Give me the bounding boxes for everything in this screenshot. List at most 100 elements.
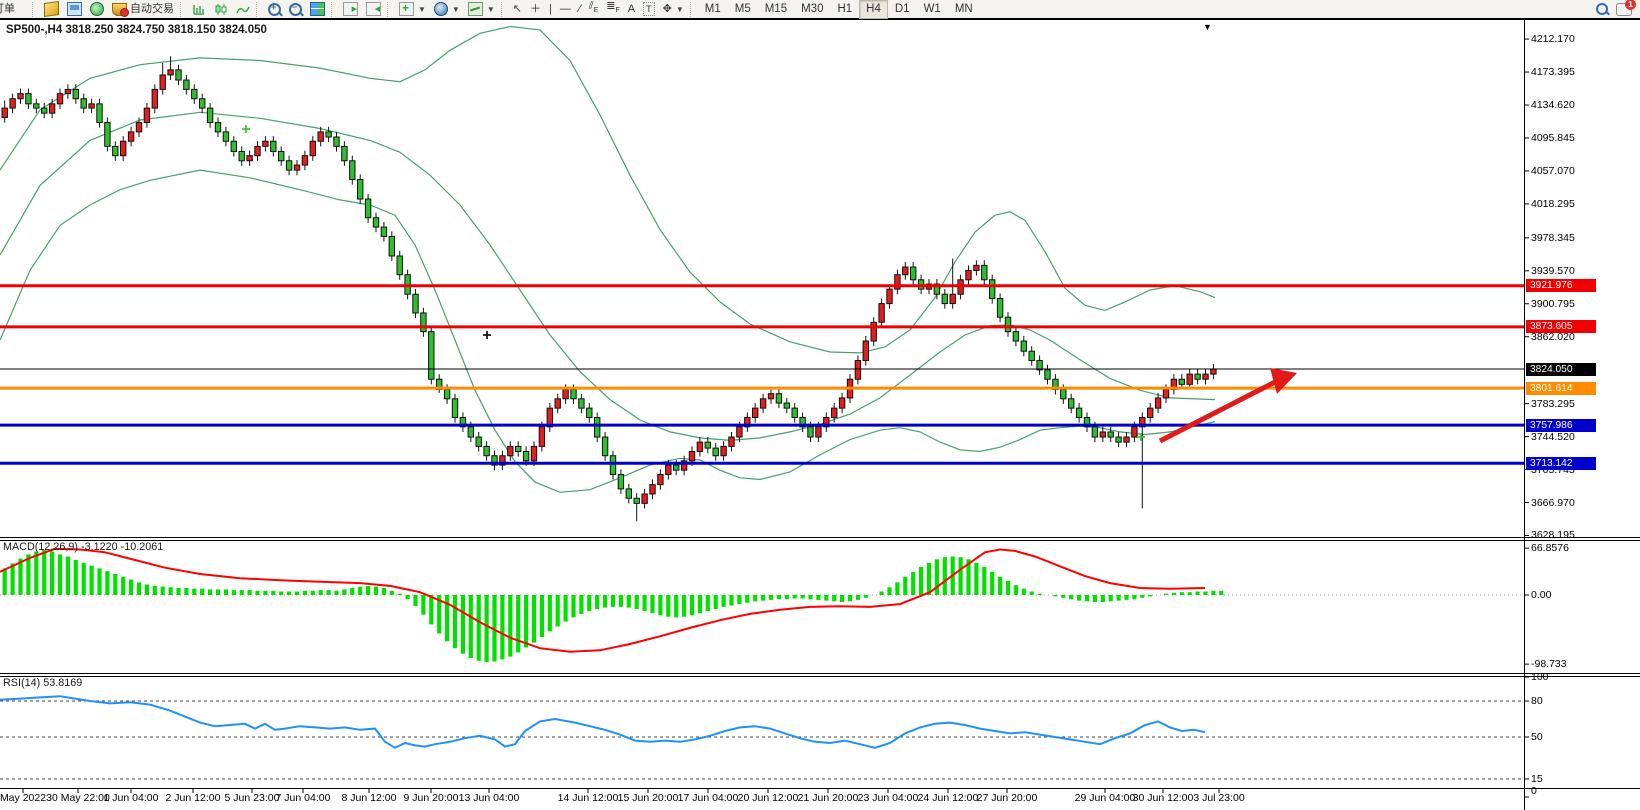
- rsi-tick-label: 50: [1531, 731, 1543, 743]
- candle-body: [571, 389, 576, 398]
- candle-body: [1195, 374, 1200, 379]
- candle-body: [784, 403, 789, 408]
- price-tick-label: 4095.845: [1531, 132, 1575, 144]
- candle-body: [555, 399, 560, 408]
- price-tick-label: 3939.570: [1531, 265, 1575, 277]
- macd-indicator-label: MACD(12,26,9) -3.1220 -10.2061: [3, 541, 163, 553]
- rsi-indicator-label: RSI(14) 53.8169: [3, 677, 82, 689]
- candle-body: [1092, 427, 1097, 437]
- time-tick-label: May 2022: [0, 792, 46, 804]
- candle-body: [231, 141, 236, 151]
- candle-body: [121, 141, 126, 155]
- candle-body: [595, 417, 600, 437]
- candle-body: [626, 489, 631, 498]
- candle-body: [176, 70, 181, 80]
- candle-body: [389, 236, 394, 256]
- candle-body: [255, 146, 260, 155]
- candle-body: [990, 280, 995, 299]
- candle-body: [1187, 374, 1192, 384]
- candle-body: [152, 89, 157, 108]
- candle-body: [65, 89, 70, 93]
- indicator-line: [0, 549, 1205, 652]
- candle-body: [49, 104, 54, 113]
- candle-body: [816, 427, 821, 437]
- candle-body: [18, 94, 23, 99]
- candle-body: [1069, 399, 1074, 408]
- candle-body: [674, 465, 679, 470]
- candle-body: [97, 104, 102, 123]
- candle-body: [618, 474, 623, 488]
- candle-body: [263, 141, 268, 146]
- candle-body: [1061, 389, 1066, 398]
- candle-body: [879, 304, 884, 323]
- candle-body: [286, 161, 291, 170]
- indicator-line: [0, 112, 1215, 440]
- candle-body: [721, 446, 726, 455]
- candle-body: [1163, 389, 1168, 398]
- candle-body: [792, 408, 797, 417]
- trend-arrow-head[interactable]: [1270, 368, 1297, 394]
- candle-body: [808, 427, 813, 437]
- candle-body: [1100, 432, 1105, 437]
- price-line-badge: 3873.605: [1526, 320, 1596, 333]
- trend-arrow-line[interactable]: [1160, 382, 1275, 441]
- price-tick-label: 4212.170: [1531, 33, 1575, 45]
- candle-body: [34, 104, 39, 108]
- candle-body: [365, 199, 370, 218]
- candle-body: [705, 442, 710, 448]
- candle-body: [326, 132, 331, 137]
- time-tick-label: 5 Jun 23:00: [225, 792, 280, 804]
- candle-body: [516, 446, 521, 451]
- candle-body: [105, 123, 110, 147]
- candle-body: [942, 294, 947, 303]
- candle-body: [966, 270, 971, 279]
- candle-body: [650, 485, 655, 494]
- candle-body: [1179, 379, 1184, 384]
- candle-body: [413, 294, 418, 313]
- candle-body: [713, 448, 718, 456]
- candle-body: [539, 427, 544, 447]
- chart-shift-marker[interactable]: ▼: [1203, 22, 1212, 32]
- candle-body: [1116, 437, 1121, 442]
- price-line-badge: 3921.976: [1526, 279, 1596, 292]
- candle-body: [247, 156, 252, 161]
- candle-body: [381, 227, 386, 236]
- candle-body: [1076, 408, 1081, 417]
- candle-body: [358, 179, 363, 199]
- indicator-line: [0, 696, 1205, 748]
- chart-canvas[interactable]: [0, 0, 1640, 810]
- time-tick-label: 23 Jun 04:00: [858, 792, 919, 804]
- candle-body: [1108, 432, 1113, 437]
- candle-body: [776, 394, 781, 403]
- macd-tick-label: 0.00: [1531, 589, 1551, 601]
- rsi-tick-label: 100: [1531, 671, 1549, 683]
- candle-body: [429, 332, 434, 380]
- mt4-window: 订单 自动交易 + − ▼ ▼ ▼ ↖ ＋ | —: [0, 0, 1640, 810]
- candle-body: [1132, 427, 1137, 437]
- indicator-line: [0, 27, 1215, 353]
- candle-body: [1148, 408, 1153, 417]
- time-tick-label: 30 Jun 12:00: [1133, 792, 1194, 804]
- price-line-badge: 3713.142: [1526, 457, 1596, 470]
- candle-body: [271, 141, 276, 151]
- candle-body: [1045, 370, 1050, 379]
- candle-body: [1155, 398, 1160, 408]
- price-tick-label: 3628.195: [1531, 529, 1575, 541]
- candle-body: [136, 123, 141, 132]
- candle-body: [294, 165, 299, 170]
- candle-body: [1021, 341, 1026, 351]
- time-tick-label: 29 Jun 04:00: [1075, 792, 1136, 804]
- candle-body: [863, 341, 868, 361]
- candle-body: [855, 361, 860, 380]
- candle-body: [2, 108, 7, 117]
- candle-body: [42, 108, 47, 113]
- time-tick-label: 1 Jun 04:00: [104, 792, 159, 804]
- candle-body: [26, 94, 31, 104]
- candle-body: [997, 298, 1002, 317]
- price-tick-label: 3900.795: [1531, 298, 1575, 310]
- candle-body: [207, 108, 212, 122]
- candle-body: [689, 451, 694, 460]
- candle-body: [1029, 351, 1034, 360]
- candle-body: [342, 146, 347, 160]
- candle-body: [81, 99, 86, 108]
